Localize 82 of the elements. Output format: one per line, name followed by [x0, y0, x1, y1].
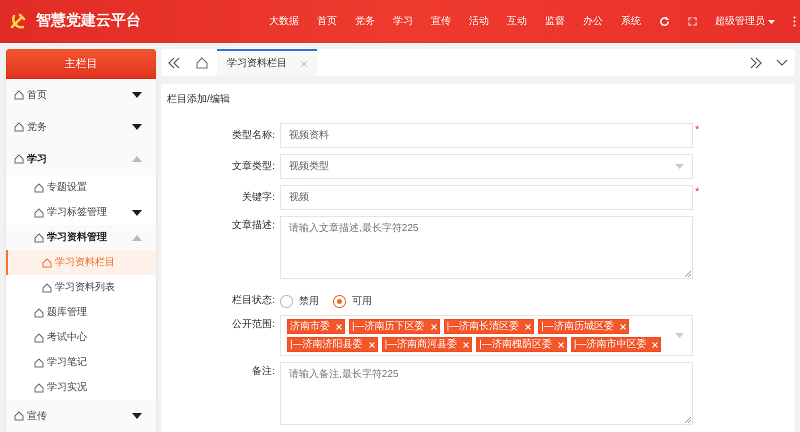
nav-link[interactable]: 办公 [583, 14, 603, 29]
textarea-field[interactable]: 请输入备注,最长字符225 [280, 362, 693, 425]
sidebar-item[interactable]: 学习 [6, 143, 156, 175]
resize-handle-icon [685, 417, 691, 423]
text-field[interactable]: 视频 [280, 185, 693, 210]
text-field[interactable]: 视频资料 [280, 123, 693, 148]
house-icon [14, 411, 24, 421]
house-icon [34, 382, 44, 392]
tag-chip[interactable]: 济南市委 [287, 319, 345, 334]
caret-down-icon [675, 164, 684, 169]
sidebar-item[interactable]: 首页 [6, 79, 156, 111]
nav-link[interactable]: 活动 [469, 14, 489, 29]
radio-option[interactable]: 可用 [333, 294, 372, 308]
house-icon [42, 282, 52, 292]
tag-chip[interactable]: |—济南商河县委 [382, 337, 472, 352]
user-menu[interactable]: 超级管理员 [715, 14, 775, 29]
resize-handle-icon [685, 271, 691, 277]
nav-link[interactable]: 学习 [393, 14, 413, 29]
house-icon [34, 358, 44, 368]
sidebar-item[interactable]: 学习标签管理 [6, 200, 156, 225]
house-icon [34, 232, 44, 242]
tag-chip[interactable]: |—济南长清区委 [444, 319, 534, 334]
tag-chip[interactable]: |—济南槐荫区委 [476, 337, 567, 352]
sidebar-item[interactable]: 党务 [6, 111, 156, 143]
app-title: 智慧党建云平台 [36, 11, 141, 32]
multi-select-field[interactable]: 济南市委 |—济南历下区委 |—济南长清区委 |—济南历城区委 |—济南济阳县委 |—济南商河县委 |—济南槐荫区委 |—济南市中区委 [280, 315, 693, 356]
field-label: 类型名称: [231, 128, 276, 143]
caret-down-icon [768, 20, 775, 24]
tag-chip[interactable]: |—济南历城区委 [538, 319, 629, 334]
field-label: 文章类型: [231, 160, 276, 174]
more-icon[interactable] [793, 16, 796, 27]
caret-down-icon [132, 124, 142, 130]
field-label: 文章描述: [231, 218, 276, 233]
required-mark: * [695, 123, 700, 137]
sidebar-item[interactable]: 专题设置 [6, 175, 156, 200]
field-label: 备注: [251, 364, 276, 379]
sidebar-item[interactable]: 学习笔记 [6, 350, 156, 375]
sidebar-item[interactable]: 考试中心 [6, 325, 156, 350]
nav-link[interactable]: 党务 [355, 14, 375, 29]
caret-up-icon [132, 156, 142, 162]
sidebar-item[interactable]: 学习资料栏目 [6, 250, 156, 275]
tag-chip[interactable]: |—济南济阳县委 [287, 337, 378, 352]
nav-link[interactable]: 互动 [507, 14, 527, 29]
sidebar-item[interactable]: 学习资料管理 [6, 225, 156, 250]
select-field[interactable]: 视频类型 [280, 154, 693, 179]
field-label: 栏目状态: [231, 294, 276, 308]
house-icon [34, 208, 44, 218]
house-icon [14, 154, 24, 164]
field-label: 公开范围: [231, 318, 276, 332]
nav-link[interactable]: 宣传 [431, 14, 451, 29]
sidebar-title: 主栏目 [6, 49, 156, 79]
close-icon[interactable] [301, 60, 307, 66]
sidebar-item[interactable]: 宣传 [6, 400, 156, 432]
fullscreen-icon[interactable] [688, 17, 697, 26]
page-tab[interactable]: 学习资料栏目 [217, 49, 317, 76]
required-mark: * [695, 185, 700, 199]
house-icon [34, 182, 44, 192]
radio-option[interactable]: 禁用 [280, 294, 319, 308]
sidebar-item[interactable]: 学习资料列表 [6, 275, 156, 300]
panel-title: 栏目添加/编辑 [167, 92, 231, 107]
caret-down-icon [132, 92, 142, 98]
house-icon [34, 332, 44, 342]
emblem-icon [8, 12, 28, 32]
house-icon [34, 308, 44, 318]
caret-down-icon [132, 413, 142, 419]
refresh-icon[interactable] [659, 16, 670, 27]
nav-link[interactable]: 首页 [317, 14, 337, 29]
textarea-field[interactable]: 请输入文章描述,最长字符225 [280, 216, 693, 279]
field-label: 关键字: [241, 190, 276, 205]
sidebar-item[interactable]: 学习实况 [6, 375, 156, 400]
tag-chip[interactable]: |—济南市中区委 [570, 337, 662, 352]
caret-down-icon [675, 333, 684, 338]
nav-link[interactable]: 系统 [621, 14, 641, 29]
house-icon [14, 90, 24, 100]
nav-link[interactable]: 大数据 [269, 14, 299, 29]
house-icon [42, 258, 52, 268]
house-icon [14, 122, 24, 132]
caret-down-icon [132, 210, 142, 216]
tag-chip[interactable]: |—济南历下区委 [349, 319, 440, 334]
sidebar-item[interactable]: 题库管理 [6, 300, 156, 325]
caret-up-icon [132, 234, 142, 240]
nav-link[interactable]: 监督 [545, 14, 565, 29]
